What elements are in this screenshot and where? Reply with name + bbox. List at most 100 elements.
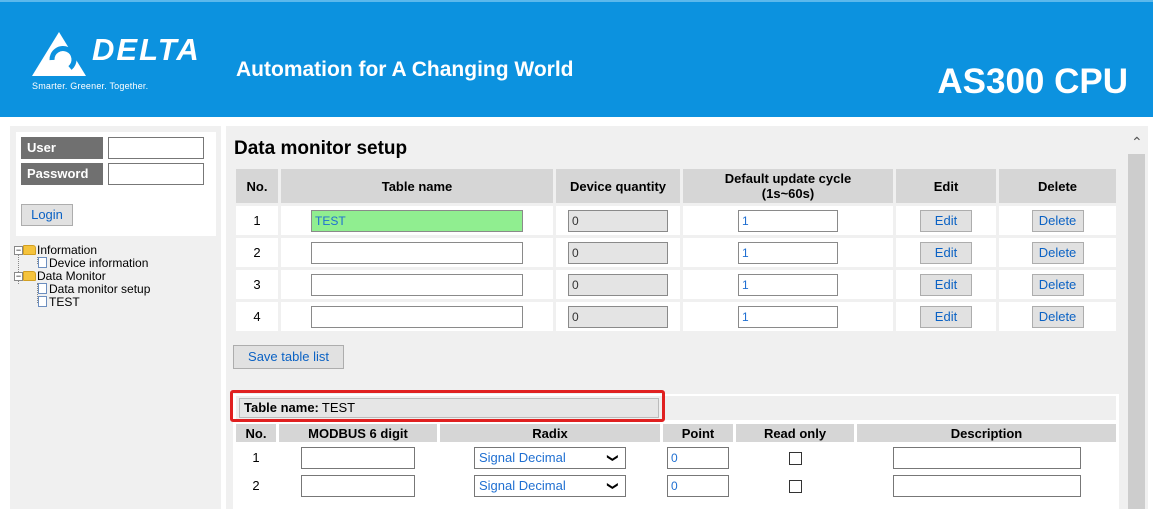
edit-button[interactable]: Edit (920, 209, 972, 232)
radix-value: Signal Decimal (479, 449, 566, 465)
column-header-point: Point (663, 424, 733, 442)
table-name-input[interactable] (311, 273, 523, 296)
column-header-update-cycle: Default update cycle (1s~60s) (683, 169, 893, 203)
app-header: DELTA Smarter. Greener. Together. Automa… (0, 0, 1153, 117)
update-cycle-cell: 1 (683, 238, 893, 267)
table-name-cell (281, 238, 553, 267)
chevron-down-icon: ❯ (606, 480, 619, 491)
delete-cell: Delete (999, 302, 1116, 331)
row-number: 3 (236, 270, 278, 299)
table-name-cell (281, 302, 553, 331)
description-cell (857, 445, 1116, 470)
radix-select[interactable]: Signal Decimal ❯ (474, 446, 626, 469)
radix-cell: Signal Decimal ❯ (440, 473, 660, 498)
column-header-delete: Delete (999, 169, 1116, 203)
vertical-scrollbar[interactable]: ⌃ (1126, 126, 1148, 509)
sidebar: User Password Login − Information Device … (10, 126, 221, 509)
modbus-address-input[interactable] (301, 474, 415, 497)
update-cycle-input[interactable]: 1 (738, 241, 838, 264)
read-only-cell (736, 473, 854, 498)
document-icon (38, 296, 47, 307)
tree-item-label: Data monitor setup (49, 282, 151, 296)
column-header-radix: Radix (440, 424, 660, 442)
delete-cell: Delete (999, 206, 1116, 235)
table-name-input[interactable] (311, 241, 523, 264)
column-header-no: No. (236, 424, 276, 442)
login-button[interactable]: Login (21, 204, 73, 226)
point-cell: 0 (663, 473, 733, 498)
login-panel: User Password Login (16, 132, 216, 236)
brand-tagline: Smarter. Greener. Together. (32, 81, 149, 91)
update-cycle-input[interactable]: 1 (738, 209, 838, 232)
folder-icon (23, 245, 36, 255)
collapse-icon[interactable]: − (14, 246, 23, 255)
update-cycle-input[interactable]: 1 (738, 305, 838, 328)
collapse-icon[interactable]: − (14, 272, 23, 281)
table-name-cell: TEST (281, 206, 553, 235)
edit-button[interactable]: Edit (920, 273, 972, 296)
radix-value: Signal Decimal (479, 477, 566, 493)
document-icon (38, 283, 47, 294)
column-header-modbus: MODBUS 6 digit (279, 424, 437, 442)
edit-cell: Edit (896, 238, 996, 267)
edit-cell: Edit (896, 270, 996, 299)
device-quantity-cell: 0 (556, 238, 680, 267)
read-only-checkbox[interactable] (788, 452, 802, 466)
update-cycle-input[interactable]: 1 (738, 273, 838, 296)
document-icon (38, 257, 47, 268)
navigation-tree: − Information Device information − Data Mo… (14, 244, 217, 309)
password-input[interactable] (108, 163, 204, 185)
column-header-device-quantity: Device quantity (556, 169, 680, 203)
scrollbar-thumb[interactable] (1128, 154, 1145, 509)
column-header-no: No. (236, 169, 278, 203)
read-only-cell (736, 445, 854, 470)
tree-item-label: TEST (49, 295, 80, 309)
delete-button[interactable]: Delete (1031, 273, 1084, 296)
device-row: 2 Signal Decimal ❯ 0 (236, 473, 1116, 498)
delete-cell: Delete (999, 238, 1116, 267)
tree-item-data-monitor-setup[interactable]: Data monitor setup (14, 283, 217, 296)
point-input[interactable]: 0 (667, 474, 729, 497)
row-number: 2 (236, 473, 276, 498)
delete-button[interactable]: Delete (1031, 305, 1084, 328)
row-number: 4 (236, 302, 278, 331)
delete-button[interactable]: Delete (1031, 209, 1084, 232)
delta-logo-icon (32, 32, 86, 76)
table-name-input[interactable]: TEST (311, 209, 523, 232)
folder-icon (23, 271, 36, 281)
tree-item-test[interactable]: TEST (14, 296, 217, 309)
point-input[interactable]: 0 (667, 446, 729, 469)
update-cycle-cell: 1 (683, 206, 893, 235)
save-table-list-button[interactable]: Save table list (233, 345, 344, 369)
edit-button[interactable]: Edit (920, 305, 972, 328)
radix-select[interactable]: Signal Decimal ❯ (474, 474, 626, 497)
product-name: AS300 CPU (937, 62, 1128, 101)
update-cycle-range: (1s~60s) (761, 186, 815, 201)
tree-item-label: Device information (49, 256, 149, 270)
page-title: Data monitor setup (234, 138, 408, 159)
read-only-checkbox[interactable] (788, 480, 802, 494)
modbus-cell (279, 445, 437, 470)
edit-button[interactable]: Edit (920, 241, 972, 264)
device-table: No. MODBUS 6 digit Radix Point Read only… (233, 421, 1119, 501)
table-name-input[interactable] (311, 305, 523, 328)
device-quantity-field: 0 (568, 209, 668, 232)
row-number: 1 (236, 206, 278, 235)
chevron-down-icon: ❯ (606, 452, 619, 463)
table-row: 2 0 1 Edit Delete (236, 238, 1116, 267)
modbus-cell (279, 473, 437, 498)
table-name-cell (281, 270, 553, 299)
tree-item-label: Information (37, 243, 98, 257)
device-quantity-cell: 0 (556, 270, 680, 299)
description-input[interactable] (892, 446, 1081, 469)
column-header-table-name: Table name (281, 169, 553, 203)
delete-cell: Delete (999, 270, 1116, 299)
device-quantity-cell: 0 (556, 302, 680, 331)
modbus-address-input[interactable] (301, 446, 415, 469)
scroll-up-icon[interactable]: ⌃ (1131, 134, 1143, 151)
table-row: 3 0 1 Edit Delete (236, 270, 1116, 299)
device-quantity-field: 0 (568, 305, 668, 328)
description-input[interactable] (892, 474, 1081, 497)
delete-button[interactable]: Delete (1031, 241, 1084, 264)
user-input[interactable] (108, 137, 204, 159)
